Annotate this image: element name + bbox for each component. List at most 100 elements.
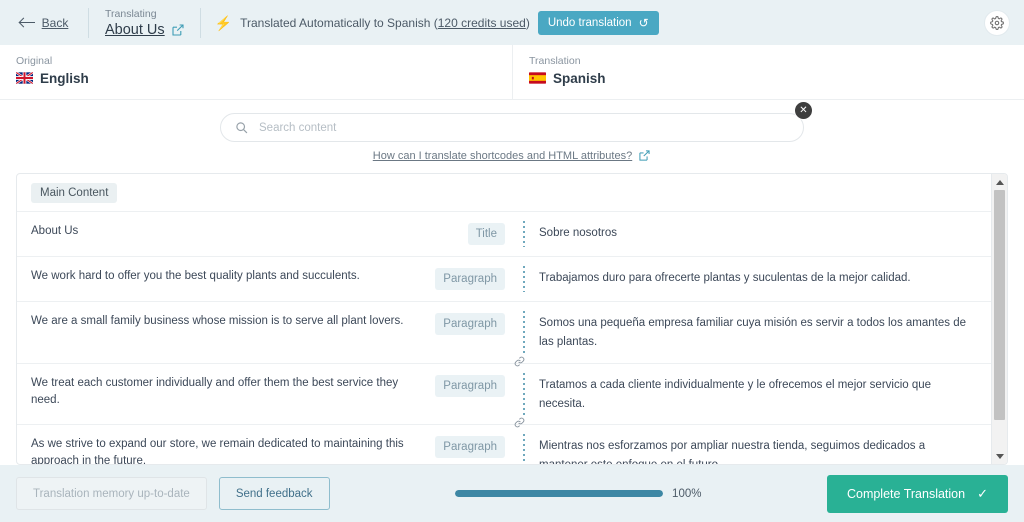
undo-translation-label: Undo translation [547, 16, 632, 29]
page-title-block: Translating About Us [89, 0, 200, 45]
translation-editor: Back Translating About Us ⚡ Translated A… [0, 0, 1024, 522]
gear-icon [990, 15, 1004, 30]
source-cell[interactable]: As we strive to expand our store, we rem… [17, 425, 513, 464]
content-type-badge: Paragraph [435, 374, 505, 397]
undo-translation-button[interactable]: Undo translation ↺ [537, 10, 659, 35]
source-cell[interactable]: About Us Title [17, 212, 513, 256]
content-zone: Main Content About Us Title Sobre nosotros W… [0, 173, 1024, 465]
language-bar: Original English Translation Spanish [0, 45, 1024, 100]
undo-arrow-icon: ↺ [638, 15, 649, 30]
table-row[interactable]: As we strive to expand our store, we rem… [17, 417, 991, 464]
content-type-badge: Title [467, 223, 505, 245]
content-type-badge: Paragraph [435, 436, 505, 458]
translation-text: Somos una pequeña empresa familiar cuya … [539, 317, 966, 349]
translation-cell[interactable]: Sobre nosotros [535, 212, 991, 256]
complete-translation-button[interactable]: Complete Translation ✓ [826, 474, 1008, 513]
dotted-divider [523, 434, 525, 464]
progress-area: 100% [342, 488, 815, 500]
search-box[interactable] [220, 113, 804, 142]
external-link-icon[interactable] [639, 150, 651, 162]
content-scroll-area[interactable]: Main Content About Us Title Sobre nosotros W… [17, 174, 991, 464]
source-text: We treat each customer individually and … [31, 376, 399, 406]
content-card: Main Content About Us Title Sobre nosotros W… [16, 173, 1008, 465]
original-language-name: English [40, 70, 89, 86]
progress-bar-fill [455, 490, 664, 497]
source-text: We are a small family business whose mis… [31, 315, 404, 327]
back-button[interactable]: Back [0, 16, 88, 30]
table-row[interactable]: We are a small family business whose mis… [17, 302, 991, 363]
chevron-up-icon [995, 179, 1004, 185]
lightning-bolt-icon: ⚡ [214, 14, 233, 31]
translation-status-text: Translated Automatically to Spanish (120… [240, 15, 530, 30]
dotted-divider [523, 266, 525, 292]
row-divider [513, 212, 535, 256]
translation-text: Mientras nos esforzamos por ampliar nues… [539, 440, 926, 464]
external-link-icon[interactable] [172, 24, 184, 36]
help-row: How can I translate shortcodes and HTML … [373, 150, 651, 162]
content-type-badge: Paragraph [435, 268, 505, 290]
source-cell[interactable]: We are a small family business whose mis… [17, 302, 513, 363]
search-zone: ✕ How can I translate shortcodes and HTM… [0, 100, 1024, 173]
search-icon [236, 122, 248, 134]
translation-label: Translation [529, 55, 581, 67]
translation-text: Sobre nosotros [539, 227, 617, 239]
source-text: About Us [31, 225, 79, 237]
original-label: Original [16, 55, 53, 67]
send-feedback-button[interactable]: Send feedback [218, 477, 330, 510]
scrollbar[interactable] [991, 174, 1007, 464]
table-row[interactable]: About Us Title Sobre nosotros [17, 212, 991, 256]
row-divider [513, 257, 535, 301]
arrow-left-icon [19, 18, 36, 28]
settings-gear-button[interactable] [984, 9, 1010, 36]
scroll-down-arrow[interactable] [992, 448, 1008, 464]
original-language-column: Original English [0, 45, 512, 99]
link-icon[interactable] [514, 356, 525, 370]
table-row[interactable]: We treat each customer individually and … [17, 356, 991, 425]
source-text: As we strive to expand our store, we rem… [31, 438, 404, 464]
table-row[interactable]: We work hard to offer you the best quali… [17, 257, 991, 301]
source-text: We work hard to offer you the best quali… [31, 270, 360, 282]
page-title: About Us [105, 21, 165, 38]
top-bar: Back Translating About Us ⚡ Translated A… [0, 0, 1024, 45]
help-link[interactable]: How can I translate shortcodes and HTML … [373, 150, 632, 162]
section-header: Main Content [17, 174, 991, 211]
source-cell[interactable]: We treat each customer individually and … [17, 364, 513, 425]
scrollbar-thumb[interactable] [993, 190, 1005, 420]
translating-label: Translating [105, 8, 157, 21]
translation-cell[interactable]: Tratamos a cada cliente individualmente … [535, 364, 991, 425]
search-input[interactable] [257, 120, 789, 135]
progress-percent-label: 100% [672, 487, 702, 500]
row-divider [513, 356, 535, 425]
progress-bar [455, 490, 664, 497]
translation-cell[interactable]: Trabajamos duro para ofrecerte plantas y… [535, 257, 991, 301]
bottom-bar: Translation memory up-to-date Send feedb… [0, 465, 1024, 522]
check-icon: ✓ [977, 485, 988, 501]
credits-used: 120 credits used [437, 15, 526, 30]
translation-text: Trabajamos duro para ofrecerte plantas y… [539, 272, 911, 284]
section-title-badge: Main Content [31, 183, 118, 203]
uk-flag-icon [16, 72, 33, 85]
content-section: Main Content About Us Title Sobre nosotros W… [17, 174, 991, 464]
translation-text: Tratamos a cada cliente individualmente … [539, 378, 932, 410]
translation-status: ⚡ Translated Automatically to Spanish (1… [201, 10, 673, 35]
row-divider [513, 417, 535, 464]
scroll-up-arrow[interactable] [992, 174, 1008, 190]
translation-language-column: Translation Spanish [512, 45, 1024, 99]
spain-flag-icon [529, 72, 546, 84]
dotted-divider [523, 372, 525, 415]
translation-cell[interactable]: Mientras nos esforzamos por ampliar nues… [535, 425, 991, 464]
content-type-badge: Paragraph [435, 313, 505, 335]
translation-cell[interactable]: Somos una pequeña empresa familiar cuya … [535, 302, 991, 363]
close-icon[interactable]: ✕ [794, 101, 813, 120]
source-cell[interactable]: We work hard to offer you the best quali… [17, 257, 513, 301]
back-button-label: Back [41, 15, 69, 30]
chevron-down-icon [995, 453, 1004, 459]
translation-language-name: Spanish [553, 70, 606, 86]
translation-memory-button: Translation memory up-to-date [16, 477, 207, 510]
row-divider [513, 302, 535, 363]
link-icon[interactable] [514, 417, 525, 431]
complete-translation-label: Complete Translation [846, 486, 966, 501]
dotted-divider [523, 311, 525, 354]
dotted-divider [523, 221, 525, 247]
scrollbar-track[interactable] [992, 190, 1008, 448]
